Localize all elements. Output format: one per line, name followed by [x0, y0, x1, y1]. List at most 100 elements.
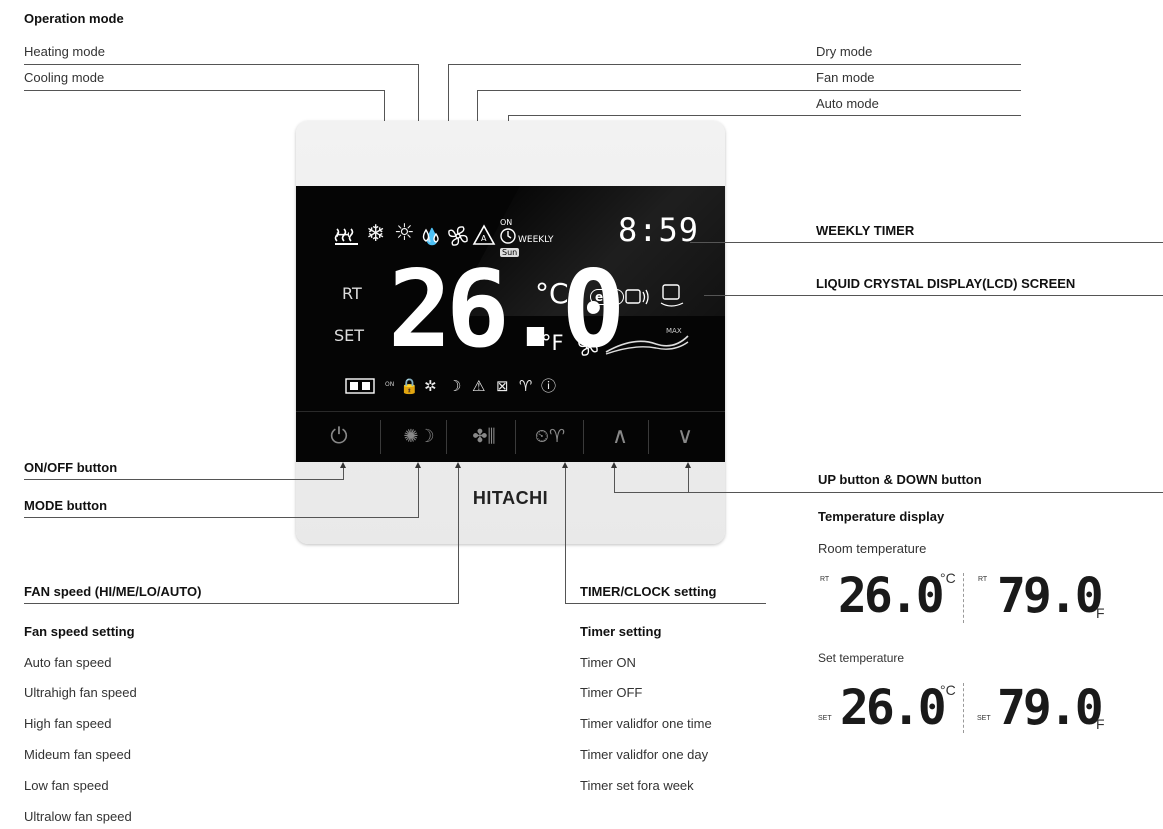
lock-icon: 🔒	[400, 377, 419, 395]
separator	[583, 420, 584, 454]
auto-mode-label: Auto mode	[816, 96, 879, 111]
warning-icon: ⚠	[472, 377, 486, 395]
weekly-leader	[690, 242, 1163, 243]
rt-tag: RT	[820, 576, 830, 583]
down-arrow	[685, 462, 691, 468]
mode-leader-h	[24, 517, 419, 518]
onoff-leader-h	[24, 479, 344, 480]
mode-leader-v	[418, 467, 419, 517]
onoff-button-label: ON/OFF button	[24, 460, 118, 475]
fan-icon	[448, 226, 468, 246]
fan-speed-item: Mideum fan speed	[24, 747, 131, 762]
fan-speed-arrow	[455, 462, 461, 468]
auto-triangle-icon: A	[472, 224, 496, 245]
eco-badge: eco	[590, 289, 624, 305]
updown-leader-h	[614, 492, 1163, 493]
fan-leader-h	[477, 90, 1021, 91]
heating-mode-label: Heating mode	[24, 44, 105, 59]
rt-tag: RT	[978, 576, 988, 583]
room-temp-c: 26.0	[838, 568, 945, 624]
defrost-icon: ✲	[424, 377, 437, 395]
filter-icon	[345, 378, 375, 394]
cooling-mode-label: Cooling mode	[24, 70, 105, 85]
divider	[963, 683, 964, 733]
fan-speed-icon	[578, 336, 598, 356]
down-leader-v	[688, 467, 689, 492]
fan-speed-item: High fan speed	[24, 716, 112, 731]
cooling-leader-h	[24, 90, 385, 91]
timer-button[interactable]: ⏲♈	[521, 420, 579, 454]
sun-icon: ☼	[394, 220, 415, 246]
svg-text:A: A	[481, 234, 487, 243]
set-unit-c: °C	[940, 682, 956, 698]
timer-item: Timer validfor one time	[580, 716, 712, 731]
timer-setting-title: Timer setting	[580, 624, 662, 639]
timer-item: Timer ON	[580, 655, 636, 670]
fan-speed-item: Ultrahigh fan speed	[24, 685, 137, 700]
set-unit-f: F	[1096, 716, 1105, 732]
up-arrow	[611, 462, 617, 468]
set-temperature-label: Set temperature	[818, 651, 905, 665]
fan-speed-item: Ultralow fan speed	[24, 809, 132, 824]
info-icon: ⓘ	[541, 377, 557, 395]
fan-speed-setting-title: Fan speed setting	[24, 624, 135, 639]
lcd-unit-c: °C	[535, 277, 569, 310]
up-leader-v	[614, 467, 615, 492]
dry-leader-h	[448, 64, 1021, 65]
set-temp-f: 79.0	[997, 680, 1104, 736]
plant-icon: ♈	[519, 377, 533, 395]
operation-mode-title: Operation mode	[24, 11, 124, 26]
timer-arrow	[562, 462, 568, 468]
mode-arrow	[415, 462, 421, 468]
set-tag: SET	[977, 715, 991, 722]
temperature-display-title: Temperature display	[818, 509, 945, 524]
up-button[interactable]: ∧	[593, 420, 647, 454]
weekly-timer-label: WEEKLY TIMER	[816, 223, 915, 238]
dry-mode-label: Dry mode	[816, 44, 873, 59]
lcd-rt-label: RT	[342, 284, 362, 303]
lcd-leader	[704, 295, 1163, 296]
mode-button-label: MODE button	[24, 498, 108, 513]
fan-mode-label: Fan mode	[816, 70, 875, 85]
weekly-label: WEEKLY	[518, 235, 554, 245]
dry-drop-icon	[422, 228, 439, 243]
fan-button[interactable]: ✤⫼	[454, 420, 514, 454]
separator	[380, 420, 381, 454]
touch-button-row: ⏻ ✺☽ ✤⫼ ⏲♈ ∧ ∨	[296, 411, 725, 463]
timer-item: Timer set fora week	[580, 778, 694, 793]
fan-speed-item: Auto fan speed	[24, 655, 112, 670]
up-down-label: UP button & DOWN button	[818, 472, 982, 487]
no-fan-icon: ⊠	[496, 377, 509, 395]
heating-leader-h	[24, 64, 419, 65]
separator	[515, 420, 516, 454]
clock-icon	[500, 228, 516, 244]
timer-on-label: ON	[500, 218, 513, 227]
fan-speed-label: FAN speed (HI/ME/LO/AUTO)	[24, 584, 202, 599]
lcd-set-label: SET	[334, 326, 365, 345]
down-button[interactable]: ∨	[662, 420, 708, 454]
sleep-icon: ☽	[448, 377, 462, 395]
louver-icon	[660, 284, 684, 307]
power-button[interactable]: ⏻	[316, 420, 362, 454]
separator	[446, 420, 447, 454]
fan-speed-leader-v	[458, 467, 459, 603]
lcd-screen-label: LIQUID CRYSTAL DISPLAY(LCD) SCREEN	[816, 276, 1076, 291]
timer-item: Timer OFF	[580, 685, 643, 700]
timer-clock-label: TIMER/CLOCK setting	[580, 584, 717, 599]
room-temperature-label: Room temperature	[818, 541, 927, 556]
timer-item: Timer validfor one day	[580, 747, 709, 762]
room-temp-f: 79.0	[997, 568, 1104, 624]
lcd-unit-f: °F	[541, 331, 564, 355]
auto-leader-h	[508, 115, 1021, 116]
timer-leader-h	[565, 603, 766, 604]
set-temp-c: 26.0	[840, 680, 947, 736]
mode-button[interactable]: ✺☽	[391, 420, 447, 454]
max-label: MAX	[666, 327, 682, 335]
separator	[648, 420, 649, 454]
onoff-arrow	[340, 462, 346, 468]
swing-icon	[625, 289, 649, 305]
room-unit-f: F	[1096, 605, 1105, 621]
room-unit-c: °C	[940, 570, 956, 586]
timer-leader-v	[565, 467, 566, 603]
set-tag: SET	[818, 715, 832, 722]
